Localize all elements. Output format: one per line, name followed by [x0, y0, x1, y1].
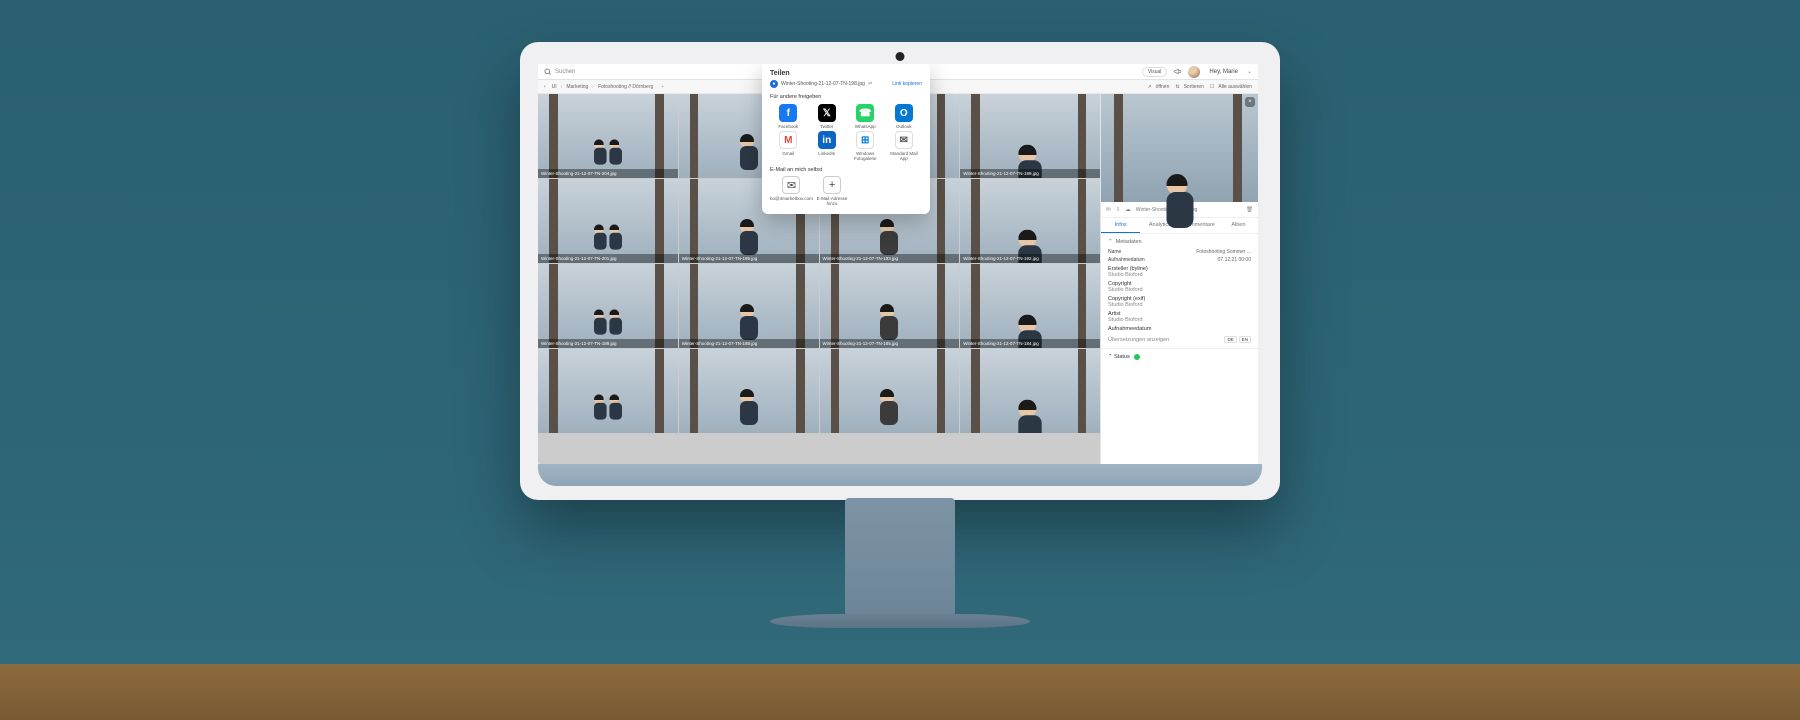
share-dialog: Teilen ● Winter-Shooting-21-12-07-TN-198… — [762, 64, 930, 214]
copy-link-button[interactable]: Link kopieren — [892, 81, 922, 87]
outlook-icon: O — [895, 104, 913, 122]
thumbnail-caption: Winter-Shooting-21-12-07-TN-188.jpg — [679, 339, 819, 348]
crumb-item[interactable]: Fotoshooting // Dörnberg — [598, 84, 653, 90]
chevron-down-icon[interactable]: ⌄ — [1247, 68, 1252, 75]
tab-infos[interactable]: Infos — [1101, 218, 1140, 233]
preview-image[interactable]: × — [1101, 94, 1258, 202]
mail-target[interactable]: +E-Mail-Adresse hinzu — [815, 176, 849, 206]
avatar[interactable] — [1188, 66, 1200, 78]
download-icon[interactable]: ⇩ — [1116, 207, 1121, 213]
chevron-left-icon[interactable]: ‹ — [544, 84, 546, 90]
share-section-label: Für andere freigeben — [770, 94, 922, 100]
meta-row: Aufnahmedatum07.12.21 00:00 — [1108, 257, 1251, 263]
tab-albums[interactable]: Alben — [1219, 218, 1258, 233]
thumbnail-caption: Winter-Shooting-21-12-07-TN-199.jpg — [960, 169, 1100, 178]
standard mail app-icon: ✉ — [895, 131, 913, 149]
thumbnail-caption: Winter-Shooting-21-12-07-TN-195.jpg — [679, 254, 819, 263]
meta-row: NameFotoshooting Sommer ... — [1108, 249, 1251, 255]
linkedin-icon: in — [818, 131, 836, 149]
desk-surface — [0, 664, 1800, 720]
language-switch[interactable]: DEEN — [1224, 336, 1251, 343]
crumb-item[interactable]: Marketing — [566, 84, 588, 90]
thumbnail[interactable]: Winter-Shooting-21-12-07-TN-204.jpg — [538, 94, 678, 178]
search-icon — [544, 68, 552, 76]
dialog-filename: Winter-Shooting-21-12-07-TN-198.jpg — [781, 81, 865, 87]
share-target-gmail[interactable]: MGmail — [770, 131, 807, 161]
thumbnail[interactable]: Winter-Shooting-21-12-07-TN-201.jpg — [538, 179, 678, 263]
meta-block: Ersteller (byline)Studio Bioford — [1108, 266, 1251, 278]
meta-block: Aufnahmeedatum — [1108, 326, 1251, 332]
crumb-item[interactable]: UI — [552, 84, 557, 90]
share-target-linkedin[interactable]: inLinkedIn — [809, 131, 846, 161]
sort-button[interactable]: ⇅Sortieren — [1175, 84, 1204, 90]
thumbnail-caption: Winter-Shooting-21-12-07-TN-193.jpg — [820, 254, 960, 263]
add-folder-icon[interactable]: + — [661, 84, 664, 90]
thumbnail[interactable]: Winter-Shooting-21-12-07-TN-184.jpg — [960, 264, 1100, 348]
share-target-twitter[interactable]: 𝕏Twitter — [809, 104, 846, 129]
mail-self-label: E-Mail an mich selbst — [770, 167, 922, 173]
thumbnail-caption: Winter-Shooting-21-12-07-TN-189.jpg — [538, 339, 678, 348]
mail-icon: ✉ — [782, 176, 800, 194]
app-window: Suchen Visual Hey, Marie ⌄ ‹ UI› Marketi… — [538, 64, 1258, 464]
file-icon: ● — [770, 80, 778, 88]
translations-toggle[interactable]: Übersetzungen anzeigen — [1108, 337, 1169, 343]
share-target-facebook[interactable]: fFacebook — [770, 104, 807, 129]
thumbnail-caption: Winter-Shooting-21-12-07-TN-201.jpg — [538, 254, 678, 263]
whatsapp-icon: ☎ — [856, 104, 874, 122]
camera-dot — [896, 52, 905, 61]
meta-block: ArtistStudio Bioford — [1108, 311, 1251, 323]
select-all-button[interactable]: ☐Alle auswählen — [1210, 84, 1252, 90]
imac-mockup: Suchen Visual Hey, Marie ⌄ ‹ UI› Marketi… — [520, 42, 1280, 628]
thumbnail-caption: Winter-Shooting-21-12-07-TN-192.jpg — [960, 254, 1100, 263]
gmail-icon: M — [779, 131, 797, 149]
section-header-status[interactable]: ⌃ Status — [1108, 354, 1130, 360]
thumbnail[interactable]: Winter-Shooting-21-12-07-TN-199.jpg — [960, 94, 1100, 178]
thumbnail[interactable]: Winter-Shooting-21-12-07-TN-192.jpg — [960, 179, 1100, 263]
twitter-icon: 𝕏 — [818, 104, 836, 122]
share-target-whatsapp[interactable]: ☎WhatsApp — [847, 104, 884, 129]
trash-icon[interactable]: 🗑 — [1246, 207, 1253, 213]
facebook-icon: f — [779, 104, 797, 122]
windows fotogalerie-icon: ⊞ — [856, 131, 874, 149]
share-target-outlook[interactable]: OOutlook — [886, 104, 923, 129]
breadcrumb: UI› Marketing› Fotoshooting // Dörnberg … — [552, 84, 665, 90]
thumbnail[interactable] — [679, 349, 819, 433]
status-dot-icon — [1134, 354, 1140, 360]
thumbnail[interactable]: Winter-Shooting-21-12-07-TN-185.jpg — [820, 264, 960, 348]
thumbnail-caption: Winter-Shooting-21-12-07-TN-185.jpg — [820, 339, 960, 348]
meta-block: Copyright (exif)Studio Bioford — [1108, 296, 1251, 308]
details-sidebar: × ✉ ⇩ ☁ Winter-Shooting-21-1(..).jpg 🗑 I… — [1100, 94, 1258, 464]
thumbnail-caption: Winter-Shooting-21-12-07-TN-204.jpg — [538, 169, 678, 178]
thumbnail[interactable] — [960, 349, 1100, 433]
close-icon[interactable]: × — [1245, 97, 1255, 107]
section-header-metadata[interactable]: ⌃Metadaten — [1108, 239, 1251, 245]
meta-block: CopyrightStudio Bioford — [1108, 281, 1251, 293]
megaphone-icon[interactable] — [1173, 67, 1182, 76]
thumbnail[interactable]: Winter-Shooting-21-12-07-TN-188.jpg — [679, 264, 819, 348]
share-target-windows-fotogalerie[interactable]: ⊞Windows Fotogalerie — [847, 131, 884, 161]
thumbnail[interactable] — [820, 349, 960, 433]
thumbnail[interactable] — [538, 349, 678, 433]
user-greeting: Hey, Marie — [1209, 69, 1238, 75]
thumbnail-caption: Winter-Shooting-21-12-07-TN-184.jpg — [960, 339, 1100, 348]
mail-target[interactable]: ✉bo@4marketbox.com — [770, 176, 813, 206]
mail-icon[interactable]: ✉ — [1106, 207, 1111, 213]
mail-icon: + — [823, 176, 841, 194]
toolbar-action[interactable]: ↗öffnen — [1147, 84, 1169, 90]
search-input[interactable]: Suchen — [544, 68, 575, 76]
share-target-standard-mail-app[interactable]: ✉Standard Mail App — [886, 131, 923, 161]
thumbnail[interactable]: Winter-Shooting-21-12-07-TN-189.jpg — [538, 264, 678, 348]
visual-search-button[interactable]: Visual — [1142, 67, 1168, 77]
cloud-icon[interactable]: ☁ — [1125, 207, 1131, 213]
dialog-title: Teilen — [770, 70, 922, 77]
